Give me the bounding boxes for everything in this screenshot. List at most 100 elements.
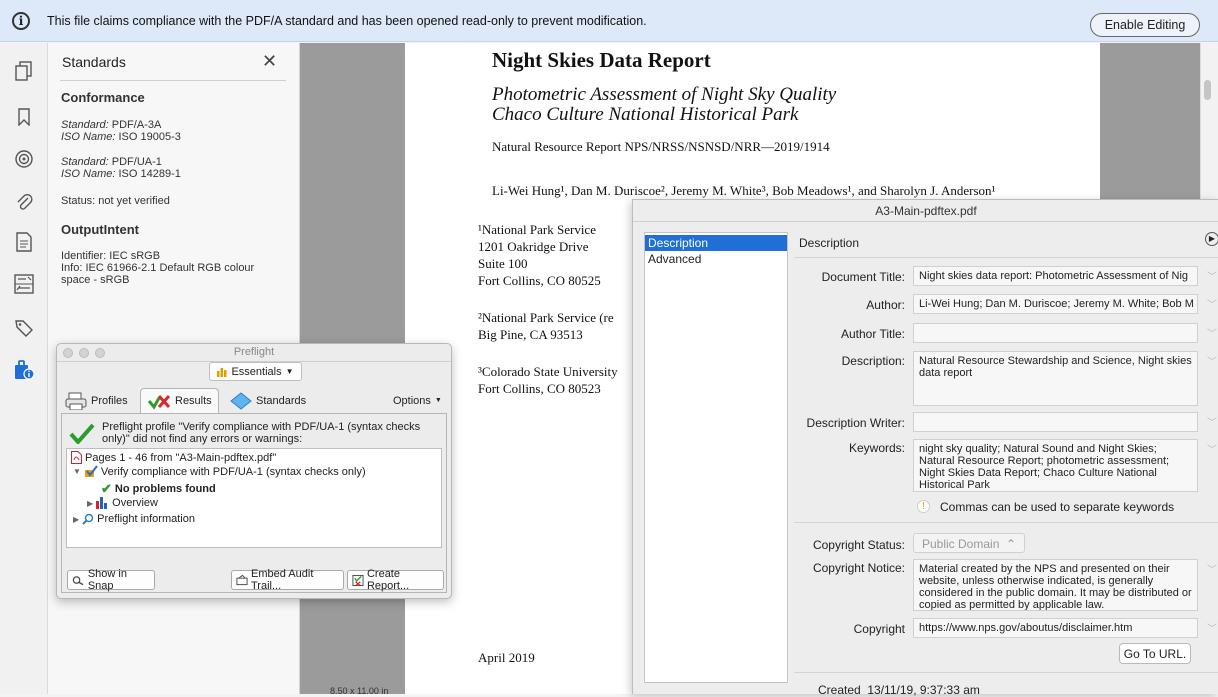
- enable-editing-button[interactable]: Enable Editing: [1090, 13, 1200, 37]
- tab-label: Results: [175, 395, 212, 407]
- document-properties-window: A3-Main-pdftex.pdf Description Advanced …: [632, 199, 1218, 697]
- divider: [60, 80, 286, 81]
- standard-label: Standard:: [61, 119, 109, 131]
- button-label: Embed Audit Trail...: [251, 568, 314, 592]
- chevron-down-icon[interactable]: ﹀: [1207, 268, 1217, 283]
- expand-arrow-icon[interactable]: ▶: [1205, 232, 1218, 246]
- copyright-notice-field[interactable]: Material created by the NPS and presente…: [913, 559, 1198, 611]
- magnifier-icon: [82, 513, 94, 525]
- description-label: Description:: [841, 354, 905, 368]
- outputintent-heading: OutputIntent: [61, 222, 139, 237]
- outputintent-identifier: Identifier: IEC sRGB: [61, 250, 161, 262]
- compare-icon[interactable]: [14, 274, 34, 294]
- created-row: Created 13/11/19, 9:37:33 am: [818, 683, 980, 697]
- audit-stamp-icon: [236, 574, 248, 586]
- tab-results[interactable]: Results: [140, 388, 219, 413]
- copyright-url-field[interactable]: https://www.nps.gov/aboutus/disclaimer.h…: [913, 618, 1198, 638]
- tab-profiles[interactable]: Profiles: [65, 388, 128, 413]
- copyright-status-select[interactable]: Public Domain ⌃: [913, 533, 1025, 553]
- pdf-affiliation-3: ³Colorado State University Fort Collins,…: [478, 363, 618, 397]
- form-icon[interactable]: [14, 232, 34, 252]
- info-icon: i: [12, 11, 30, 30]
- tab-standards[interactable]: Standards: [230, 388, 306, 413]
- tree-label: Overview: [112, 497, 158, 509]
- chevron-down-icon[interactable]: ﹀: [1207, 414, 1217, 429]
- chevron-down-icon[interactable]: ﹀: [1207, 325, 1217, 340]
- standard-2: Standard: PDF/UA-1 ISO Name: ISO 14289-1: [61, 156, 181, 180]
- button-label: Show in Snap: [87, 568, 127, 592]
- chevron-down-icon[interactable]: ﹀: [1207, 620, 1217, 635]
- pages-icon[interactable]: [14, 61, 34, 81]
- tree-row-profile[interactable]: ▼ Verify compliance with PDF/UA-1 (synta…: [73, 465, 366, 478]
- chevron-down-icon[interactable]: ﹀: [1207, 561, 1217, 576]
- tree-row-pages[interactable]: Pages 1 - 46 from "A3-Main-pdftex.pdf": [71, 451, 276, 464]
- affiliation-line: Big Pine, CA 93513: [478, 327, 583, 342]
- options-label: Options: [393, 394, 431, 407]
- category-description[interactable]: Description: [645, 235, 787, 251]
- embed-audit-trail-button[interactable]: Embed Audit Trail...: [231, 568, 344, 592]
- affiliation-line: 1201 Oakridge Drive: [478, 239, 589, 254]
- create-report-button[interactable]: Create Report...: [347, 568, 444, 592]
- chevron-down-icon[interactable]: ﹀: [1207, 353, 1217, 368]
- disclosure-triangle-closed-icon: ▶: [73, 514, 80, 524]
- keywords-field[interactable]: night sky quality; Natural Sound and Nig…: [913, 439, 1198, 492]
- pdf-date: April 2019: [478, 650, 535, 665]
- attachment-icon[interactable]: [14, 192, 34, 212]
- divider: [794, 257, 1218, 258]
- standard-value: PDF/UA-1: [111, 156, 162, 168]
- tree-label: Preflight information: [97, 513, 195, 525]
- description-field[interactable]: Natural Resource Stewardship and Science…: [913, 351, 1198, 406]
- standard-label: Standard:: [61, 156, 109, 168]
- category-advanced[interactable]: Advanced: [645, 251, 787, 267]
- pdf-report-number: Natural Resource Report NPS/NRSS/NSNSD/N…: [492, 139, 830, 154]
- essentials-label: Essentials: [231, 365, 282, 378]
- bar-chart-icon: [217, 367, 227, 377]
- properties-category-list[interactable]: Description Advanced: [644, 232, 788, 683]
- affiliation-line: Fort Collins, CO 80525: [478, 273, 601, 288]
- chevron-down-icon[interactable]: ﹀: [1207, 296, 1217, 311]
- pdf-authors: Li-Wei Hung¹, Dan M. Duriscoe², Jeremy M…: [492, 183, 996, 198]
- chevron-down-icon[interactable]: ﹀: [1207, 441, 1217, 456]
- essentials-dropdown[interactable]: Essentials ▼: [209, 362, 302, 381]
- author-title-field[interactable]: [913, 323, 1198, 343]
- page-size-readout: 8.50 x 11.00 in: [330, 686, 389, 696]
- divider: [794, 672, 1218, 673]
- author-label: Author:: [866, 298, 905, 312]
- created-label: Created: [818, 683, 861, 697]
- options-dropdown[interactable]: Options ▼: [393, 388, 442, 413]
- iso-value: ISO 14289-1: [118, 168, 181, 180]
- keywords-label: Keywords:: [848, 441, 905, 455]
- description-writer-label: Description Writer:: [806, 416, 905, 430]
- tree-label: Pages 1 - 46 from "A3-Main-pdftex.pdf": [85, 451, 277, 464]
- close-icon[interactable]: ✕: [262, 51, 277, 72]
- profile-check-icon: [84, 465, 98, 477]
- results-tree[interactable]: Pages 1 - 46 from "A3-Main-pdftex.pdf" ▼…: [66, 448, 442, 548]
- tree-row-overview[interactable]: ▶ Overview: [87, 497, 158, 509]
- standards-info-icon[interactable]: [14, 360, 34, 380]
- tag-icon[interactable]: [14, 318, 34, 338]
- scrollbar-thumb[interactable]: [1204, 80, 1211, 100]
- description-writer-field[interactable]: [913, 412, 1198, 432]
- document-title-label: Document Title:: [821, 270, 905, 284]
- go-to-url-button[interactable]: Go To URL.: [1119, 643, 1191, 664]
- conformance-heading: Conformance: [61, 90, 145, 105]
- pdf-subtitle-line-1: Photometric Assessment of Night Sky Qual…: [492, 84, 837, 105]
- select-value: Public Domain: [922, 537, 1000, 551]
- outputintent-info: Info: IEC 61966-2.1 Default RGB colour: [61, 262, 255, 274]
- button-label: Create Report...: [366, 568, 410, 592]
- tree-label: No problems found: [114, 483, 216, 495]
- preflight-result-message: Preflight profile "Verify compliance wit…: [102, 421, 421, 445]
- left-tool-rail: [0, 43, 48, 694]
- bookmark-icon[interactable]: [14, 107, 34, 127]
- show-in-snap-button[interactable]: Show in Snap: [67, 568, 155, 592]
- disclosure-triangle-closed-icon: ▶: [87, 498, 94, 508]
- tree-row-no-problems[interactable]: ✔ No problems found: [101, 481, 216, 497]
- tree-row-preflight-info[interactable]: ▶ Preflight information: [73, 513, 195, 525]
- author-field[interactable]: Li-Wei Hung; Dan M. Duriscoe; Jeremy M. …: [913, 294, 1198, 314]
- document-title-field[interactable]: Night skies data report: Photometric Ass…: [913, 266, 1198, 286]
- layers-icon[interactable]: [14, 149, 34, 169]
- green-check-icon: ✔: [101, 481, 112, 496]
- copyright-label: Copyright: [853, 622, 905, 636]
- affiliation-line: ¹National Park Service: [478, 222, 596, 237]
- disclosure-triangle-open-icon: ▼: [73, 467, 81, 476]
